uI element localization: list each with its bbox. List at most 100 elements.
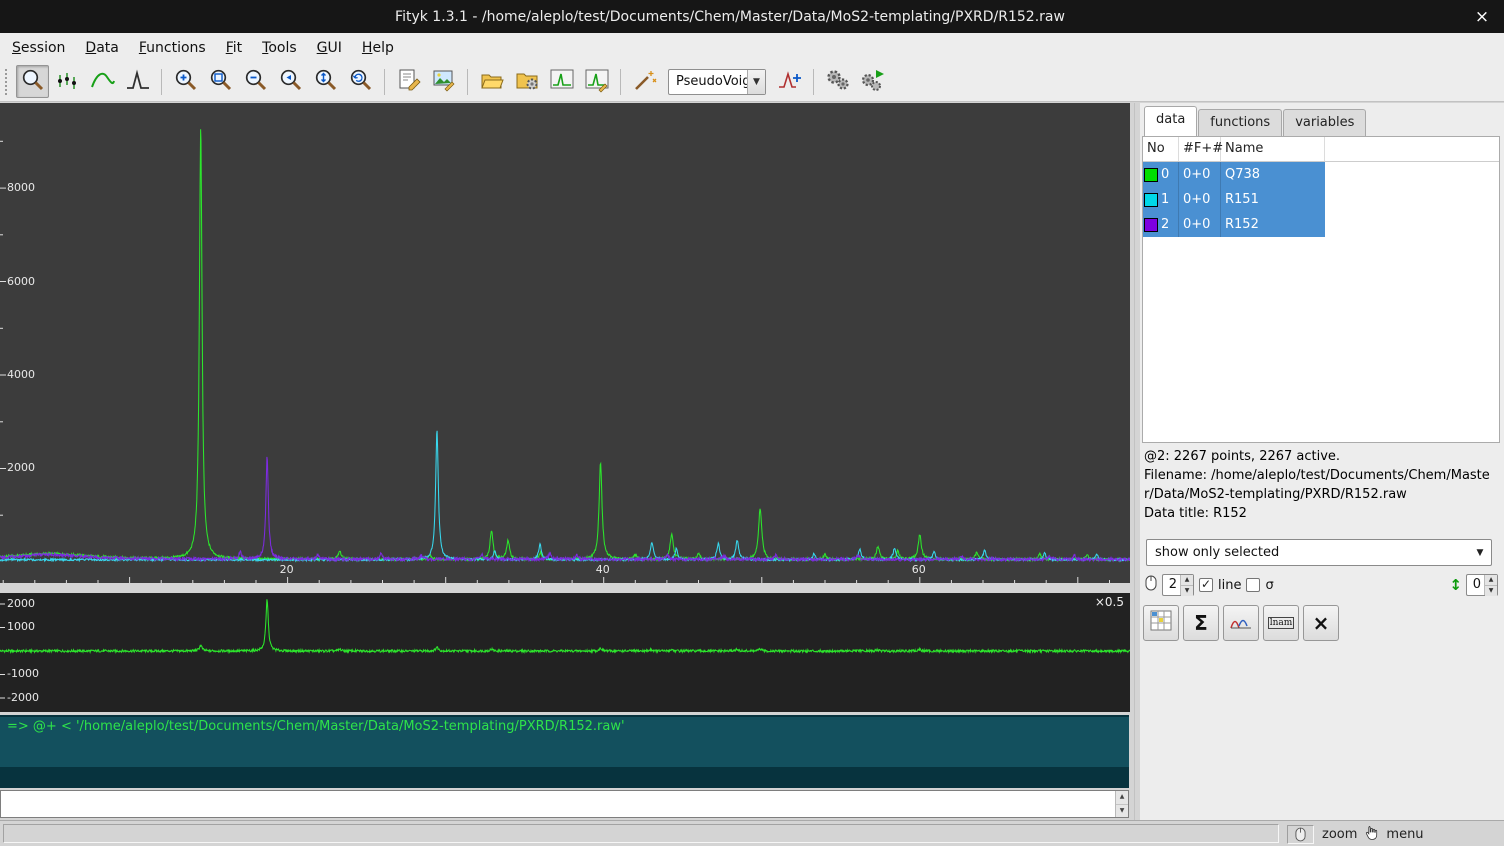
- mode-background-button[interactable]: [86, 65, 119, 98]
- fit-run-button[interactable]: [821, 65, 854, 98]
- edit-script-button[interactable]: [392, 65, 425, 98]
- command-input[interactable]: [0, 790, 1129, 818]
- rename-label: lnam: [1268, 617, 1295, 629]
- rename-button[interactable]: lnam: [1263, 605, 1299, 641]
- function-type-combo[interactable]: PseudoVoigtA▼: [668, 69, 766, 95]
- menu-help[interactable]: Help: [352, 36, 404, 60]
- aux-plot[interactable]: ×0.5 20001000-1000-2000: [0, 593, 1130, 712]
- mouse-indicator-box: [1287, 825, 1314, 844]
- session-log-button[interactable]: [427, 65, 460, 98]
- arrow-up-icon[interactable]: ▲: [1116, 791, 1128, 805]
- y-axis-label: -2000: [7, 691, 39, 704]
- dataset-info: @2: 2267 points, 2267 active.Filename: /…: [1144, 447, 1498, 523]
- command-input-row: ▲▼: [0, 790, 1129, 818]
- delete-dataset-button[interactable]: ×: [1303, 605, 1339, 641]
- spinner-arrows[interactable]: ▲▼: [1484, 575, 1497, 595]
- zoom-out-button[interactable]: [239, 65, 272, 98]
- vertical-splitter[interactable]: [1134, 103, 1135, 820]
- arrow-down-icon[interactable]: ▼: [1116, 805, 1128, 818]
- magnifier-all-icon: [208, 67, 234, 97]
- data-transform-button[interactable]: [628, 65, 661, 98]
- zoom-in-button[interactable]: [169, 65, 202, 98]
- zoom-all-button[interactable]: [204, 65, 237, 98]
- close-button[interactable]: ×: [1460, 7, 1504, 27]
- input-history-spinner[interactable]: ▲▼: [1115, 791, 1128, 817]
- menu-functions[interactable]: Functions: [129, 36, 216, 60]
- mode-data-range-button[interactable]: [51, 65, 84, 98]
- point-size-spinner[interactable]: 0 ▲▼: [1466, 574, 1498, 596]
- chart-frame-edit-icon: [584, 67, 610, 97]
- sigma-checkbox[interactable]: ✓: [1246, 578, 1260, 592]
- toolbar-separator: [467, 69, 468, 95]
- dataset-name: R151: [1221, 187, 1325, 212]
- sum-button[interactable]: Σ: [1183, 605, 1219, 641]
- open-data-options-button[interactable]: [510, 65, 543, 98]
- mode-zoom-button[interactable]: [16, 65, 49, 98]
- y-axis-label: 6000: [7, 275, 35, 288]
- column-header-ff: #F+#: [1179, 137, 1221, 161]
- filter-dropdown[interactable]: show only selected ▼: [1146, 539, 1492, 566]
- dataset-color-swatch: [1144, 168, 1158, 182]
- functions-apply-button[interactable]: [1223, 605, 1259, 641]
- menu-session[interactable]: Session: [2, 36, 75, 60]
- magnifier-undo-icon: [348, 67, 374, 97]
- auto-add-peak-button[interactable]: [773, 65, 806, 98]
- tab-variables[interactable]: variables: [1283, 109, 1366, 136]
- tab-data[interactable]: data: [1144, 106, 1197, 136]
- table-row[interactable]: 00+0Q738: [1143, 162, 1325, 187]
- export-graph-button[interactable]: [545, 65, 578, 98]
- dataset-no: 0: [1161, 167, 1169, 182]
- spinner-arrows[interactable]: ▲▼: [1180, 575, 1193, 595]
- line-checkbox-label: line: [1218, 578, 1241, 593]
- dataset-name: R152: [1221, 212, 1325, 237]
- mouse-icon: [1145, 575, 1157, 595]
- tab-functions[interactable]: functions: [1198, 109, 1282, 136]
- point-size-value: 0: [1467, 575, 1484, 595]
- console-selection: => @+ < '/home/aleplo/test/Documents/Che…: [0, 717, 1129, 767]
- wand-icon: [632, 67, 658, 97]
- chevron-down-icon[interactable]: ▼: [1469, 540, 1491, 565]
- zoom-vertical-button[interactable]: [309, 65, 342, 98]
- status-left-panel: [3, 824, 1279, 843]
- console-line: => @+ < '/home/aleplo/test/Documents/Che…: [0, 718, 1129, 736]
- data-table-body: 00+0Q738 1 0+0R15120+0R152: [1143, 162, 1499, 237]
- toolbar-separator: [161, 69, 162, 95]
- menu-data[interactable]: Data: [75, 36, 128, 60]
- save-image-button[interactable]: [580, 65, 613, 98]
- y-axis-label: 1000: [7, 620, 35, 633]
- main-plot[interactable]: 2040602000400060008000: [0, 103, 1130, 583]
- show-data-table-button[interactable]: [1143, 605, 1179, 641]
- fit-continue-button[interactable]: [856, 65, 889, 98]
- mode-add-peak-button[interactable]: [121, 65, 154, 98]
- toolbar-separator: [384, 69, 385, 95]
- point-size-range-icon: ↕: [1449, 578, 1462, 593]
- magnifier-minus-icon: [243, 67, 269, 97]
- gears-icon: [825, 67, 851, 97]
- script-edit-icon: [396, 67, 422, 97]
- image-edit-icon: [431, 67, 457, 97]
- magnifier-plus-icon: [173, 67, 199, 97]
- chevron-down-icon[interactable]: ▼: [747, 70, 765, 94]
- delete-dataset-label: ×: [1313, 611, 1330, 635]
- dataset-function-count: 0+0: [1179, 187, 1221, 212]
- menu-gui[interactable]: GUI: [307, 36, 352, 60]
- dataset-no: 1: [1161, 192, 1169, 207]
- dataset-function-count: 0+0: [1179, 212, 1221, 237]
- menu-tools[interactable]: Tools: [252, 36, 307, 60]
- dataset-number-spinner[interactable]: 2 ▲▼: [1162, 574, 1194, 596]
- y-axis-label: -1000: [7, 667, 39, 680]
- fityk-window: Fityk 1.3.1 - /home/aleplo/test/Document…: [0, 0, 1504, 846]
- sidebar-tabs: datafunctionsvariables: [1144, 106, 1367, 136]
- y-axis-label: 2000: [7, 597, 35, 610]
- table-row[interactable]: 1 0+0R151: [1143, 187, 1325, 212]
- line-checkbox[interactable]: ✓: [1199, 578, 1213, 592]
- output-console[interactable]: 2267 points. No explicit std. dev. Set a…: [0, 715, 1129, 788]
- open-data-button[interactable]: [475, 65, 508, 98]
- zoom-undo-button[interactable]: [344, 65, 377, 98]
- menu-fit[interactable]: Fit: [216, 36, 252, 60]
- function-type-value: PseudoVoigtA: [669, 74, 747, 89]
- data-table[interactable]: No#F+#Name 00+0Q73810+0R15120+0R152: [1142, 136, 1500, 443]
- zoom-prev-button[interactable]: [274, 65, 307, 98]
- table-row[interactable]: 20+0R152: [1143, 212, 1325, 237]
- dataset-info-line: Filename: /home/aleplo/test/Documents/Ch…: [1144, 466, 1498, 504]
